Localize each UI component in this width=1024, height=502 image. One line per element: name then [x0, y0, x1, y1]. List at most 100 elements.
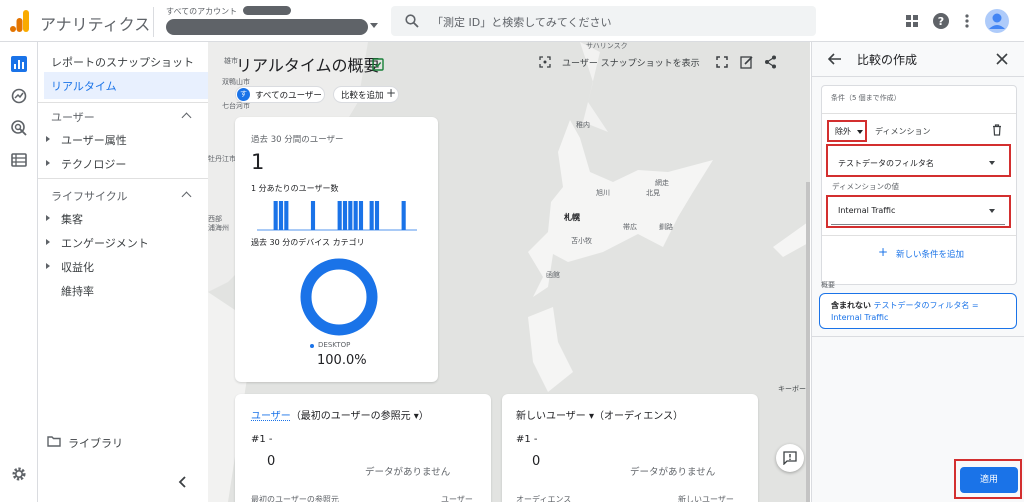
- divider: [822, 113, 1016, 114]
- reports-icon[interactable]: [11, 56, 27, 72]
- delete-icon[interactable]: [992, 124, 1002, 136]
- summary-box: 含まれない テストデータのフィルタ名 = Internal Traffic: [819, 293, 1017, 329]
- redacted-property-name[interactable]: [166, 19, 368, 35]
- help-icon[interactable]: ?: [932, 12, 950, 30]
- nav-item-realtime-label[interactable]: リアルタイム: [51, 78, 117, 94]
- map-label: 牡丹江市: [208, 155, 236, 163]
- account-label[interactable]: すべてのアカウント: [166, 6, 237, 17]
- divider: [153, 7, 154, 37]
- chevron-up-icon[interactable]: [181, 191, 192, 202]
- nav-item-monetization[interactable]: 収益化: [61, 259, 94, 275]
- summary-text: 含まれない テストデータのフィルタ名 =: [831, 300, 979, 311]
- bar-minute-10[interactable]: [310, 201, 316, 230]
- nav-item-acquisition[interactable]: 集客: [61, 211, 83, 227]
- map-label: サハリンスク: [586, 42, 628, 50]
- explore-icon[interactable]: [11, 88, 27, 104]
- back-arrow-icon[interactable]: [828, 53, 842, 65]
- card-title[interactable]: ユーザー（最初のユーザーの参照元 ▾）: [251, 407, 429, 422]
- no-data-message: データがありません: [630, 467, 716, 478]
- column-header: 最初のユーザーの参照元: [251, 495, 339, 502]
- bar-minute-17[interactable]: [348, 201, 353, 230]
- nav-item-library[interactable]: ライブラリ: [68, 435, 123, 451]
- expand-arrow-icon[interactable]: [46, 160, 50, 166]
- chevron-up-icon[interactable]: [181, 112, 192, 123]
- exclude-select[interactable]: 除外: [835, 126, 851, 137]
- nav-item-demographics[interactable]: ユーザー属性: [61, 132, 127, 148]
- nav-section-lifecycle[interactable]: ライフサイクル: [51, 188, 127, 204]
- bar-minute-19[interactable]: [358, 201, 364, 230]
- more-vert-icon[interactable]: [958, 12, 976, 30]
- bar-minute-18[interactable]: [353, 201, 358, 230]
- user-snapshot-button[interactable]: ユーザー スナップショットを表示: [562, 56, 700, 69]
- divider: [822, 235, 1016, 236]
- bar-minute-27[interactable]: [401, 201, 406, 230]
- svg-text:?: ?: [938, 15, 944, 28]
- bar-minute-15[interactable]: [337, 201, 342, 230]
- bar-minute-4[interactable]: [278, 201, 284, 230]
- bar-minute-21[interactable]: [369, 201, 374, 230]
- chevron-down-icon[interactable]: [370, 23, 378, 28]
- verified-check-icon[interactable]: [372, 58, 384, 71]
- add-condition-button[interactable]: 新しい条件を追加: [896, 248, 964, 260]
- scrollbar[interactable]: [806, 182, 810, 502]
- nav-item-retention[interactable]: 維持率: [61, 283, 94, 299]
- card-title-metric[interactable]: 新しいユーザー ▾: [516, 411, 594, 422]
- rank-label: #1 -: [516, 434, 538, 445]
- bar-minute-3[interactable]: [273, 201, 278, 230]
- bar-minute-22[interactable]: [374, 201, 380, 230]
- advertising-icon[interactable]: [11, 120, 27, 136]
- app-name: アナリティクス: [40, 15, 151, 34]
- feedback-icon: [783, 451, 797, 465]
- value-highlight: [826, 195, 1011, 228]
- share-icon[interactable]: [764, 55, 777, 69]
- search-bar[interactable]: 「測定 ID」と検索してみてください: [391, 6, 816, 36]
- search-input[interactable]: 「測定 ID」と検索してみてください: [432, 14, 612, 30]
- avatar[interactable]: [985, 9, 1009, 33]
- comparison-panel: 比較の作成 条件（5 個まで作成） 除外 ディメンション テストデータのフィルタ…: [811, 42, 1024, 502]
- divider: [812, 76, 1024, 77]
- apply-button[interactable]: 適用: [960, 467, 1018, 493]
- card-title-dimension[interactable]: （オーディエンス）: [594, 411, 683, 422]
- close-icon[interactable]: [996, 53, 1008, 65]
- card-title-dimension[interactable]: （最初のユーザーの参照元 ▾）: [291, 411, 429, 422]
- analytics-logo-icon[interactable]: [10, 10, 30, 32]
- nav-section-user[interactable]: ユーザー: [51, 109, 95, 125]
- card-label: 過去 30 分間のユーザー: [251, 135, 344, 145]
- summary-operator: 含まれない: [831, 301, 871, 310]
- user-segment-chip[interactable]: す すべてのユーザー: [235, 86, 325, 103]
- bar-minute-16[interactable]: [342, 201, 348, 230]
- expand-arrow-icon[interactable]: [46, 239, 50, 245]
- apps-grid-icon[interactable]: [903, 12, 921, 30]
- expand-arrow-icon[interactable]: [46, 263, 50, 269]
- rank-value: 0: [267, 454, 276, 469]
- device-donut-chart[interactable]: [299, 257, 379, 337]
- focus-frame-icon[interactable]: [539, 56, 551, 68]
- map-label: 函館: [546, 271, 560, 279]
- collapse-chevron-icon[interactable]: [178, 476, 188, 488]
- conditions-label: 条件（5 個まで作成）: [831, 94, 901, 102]
- nav-item-technology[interactable]: テクノロジー: [61, 156, 126, 172]
- map-label: 浦海州: [208, 224, 229, 232]
- card-title-metric[interactable]: ユーザー: [251, 411, 291, 422]
- map-label: 釧路: [659, 223, 673, 231]
- bar-minute-5[interactable]: [284, 201, 289, 230]
- per-minute-bar-chart[interactable]: [257, 197, 417, 231]
- feedback-button[interactable]: [776, 444, 804, 472]
- add-comparison-button[interactable]: 比較を追加 +: [333, 86, 399, 103]
- edit-report-icon[interactable]: [740, 55, 754, 69]
- settings-gear-icon[interactable]: [11, 466, 27, 482]
- realtime-map[interactable]: サハリンスク 雄市 双鴨山市 七台河市 牡丹江市 西部 浦海州 札幌 苫小牧 函…: [208, 42, 810, 502]
- card-title[interactable]: 新しいユーザー ▾（オーディエンス）: [516, 407, 683, 422]
- chevron-down-icon[interactable]: [857, 130, 863, 134]
- nav-item-snapshot[interactable]: レポートのスナップショット: [51, 54, 194, 70]
- add-comparison-label: 比較を追加: [341, 91, 384, 101]
- left-rail: [0, 42, 38, 502]
- expand-arrow-icon[interactable]: [46, 215, 50, 221]
- expand-arrow-icon[interactable]: [46, 136, 50, 142]
- plus-icon[interactable]: +: [878, 245, 888, 259]
- desktop-percent: 100.0%: [317, 353, 367, 368]
- configure-list-icon[interactable]: [11, 152, 27, 168]
- new-users-audience-card: 新しいユーザー ▾（オーディエンス） #1 - 0 データがありません オーディ…: [502, 394, 758, 502]
- nav-item-engagement[interactable]: エンゲージメント: [61, 235, 149, 251]
- fullscreen-icon[interactable]: [716, 56, 728, 68]
